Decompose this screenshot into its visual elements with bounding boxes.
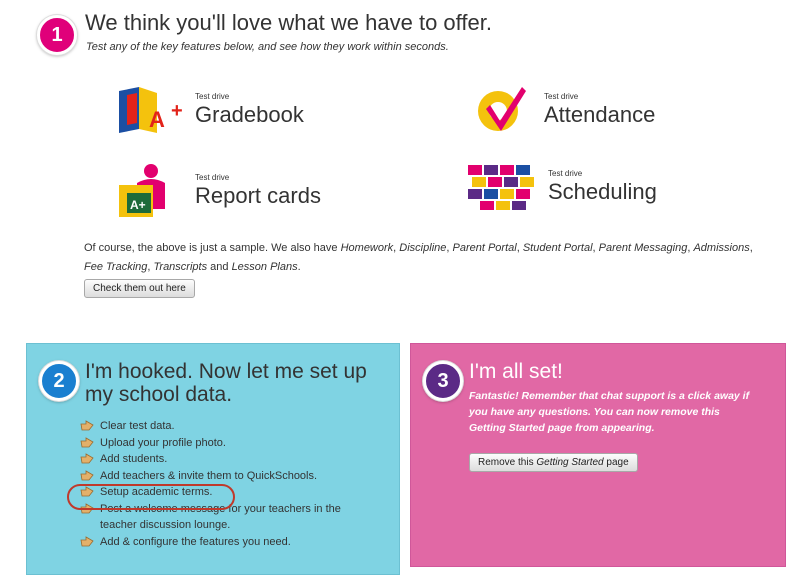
highlight-annotation (67, 484, 235, 510)
features-sample-text: Of course, the above is just a sample. W… (84, 242, 753, 273)
section-1-subtitle: Test any of the key features below, and … (86, 41, 449, 53)
task-clear-test-data[interactable]: Clear test data. (80, 418, 380, 435)
feature-link-admissions[interactable]: Admissions (693, 242, 749, 254)
step-1-badge: 1 (37, 15, 77, 55)
feature-name: Report cards (195, 183, 321, 208)
pointing-hand-icon (80, 469, 94, 480)
feature-name: Scheduling (548, 179, 657, 204)
feature-scheduling[interactable]: Test drive Scheduling (468, 163, 657, 211)
svg-text:+: + (171, 100, 183, 122)
section-3-text: Fantastic! Remember that chat support is… (469, 390, 750, 434)
section-3-title: I'm all set! (469, 360, 563, 383)
feature-gradebook[interactable]: A + Test drive Gradebook (117, 85, 304, 135)
feature-name: Attendance (544, 102, 656, 127)
report-cards-icon: A+ (119, 164, 165, 217)
scheduling-icon (468, 165, 534, 210)
feature-link-transcripts[interactable]: Transcripts (154, 261, 208, 273)
remove-getting-started-button[interactable]: Remove this Getting Started page (469, 453, 638, 472)
feature-link-homework[interactable]: Homework (341, 242, 394, 254)
feature-link-student-portal[interactable]: Student Portal (523, 242, 593, 254)
step-2-badge: 2 (39, 361, 79, 401)
feature-kicker: Test drive (195, 92, 230, 101)
gradebook-icon: A + (119, 87, 183, 133)
feature-link-lesson-plans[interactable]: Lesson Plans (232, 261, 298, 273)
check-them-out-button[interactable]: Check them out here (84, 279, 195, 298)
section-1-title: We think you'll love what we have to off… (85, 10, 492, 35)
feature-report-cards[interactable]: A+ Test drive Report cards (117, 163, 321, 219)
feature-kicker: Test drive (548, 169, 583, 178)
svg-text:A+: A+ (130, 198, 146, 212)
pointing-hand-icon (80, 453, 94, 464)
task-add-students[interactable]: Add students. (80, 451, 380, 468)
section-2-title: I'm hooked. Now let me set up my school … (85, 360, 367, 406)
step-3-badge: 3 (423, 361, 463, 401)
pointing-hand-icon (80, 436, 94, 447)
attendance-icon (478, 87, 526, 131)
task-configure-features[interactable]: Add & configure the features you need. (80, 534, 380, 551)
feature-attendance[interactable]: Test drive Attendance (476, 85, 655, 135)
task-add-teachers[interactable]: Add teachers & invite them to QuickSchoo… (80, 468, 380, 485)
svg-text:A: A (149, 107, 165, 132)
feature-kicker: Test drive (195, 173, 230, 182)
feature-link-parent-messaging[interactable]: Parent Messaging (599, 242, 688, 254)
feature-name: Gradebook (195, 102, 304, 127)
task-upload-profile-photo[interactable]: Upload your profile photo. (80, 435, 380, 452)
pointing-hand-icon (80, 420, 94, 431)
feature-link-parent-portal[interactable]: Parent Portal (453, 242, 517, 254)
pointing-hand-icon (80, 535, 94, 546)
feature-link-fee-tracking[interactable]: Fee Tracking (84, 261, 147, 273)
feature-kicker: Test drive (544, 92, 579, 101)
feature-link-discipline[interactable]: Discipline (399, 242, 446, 254)
